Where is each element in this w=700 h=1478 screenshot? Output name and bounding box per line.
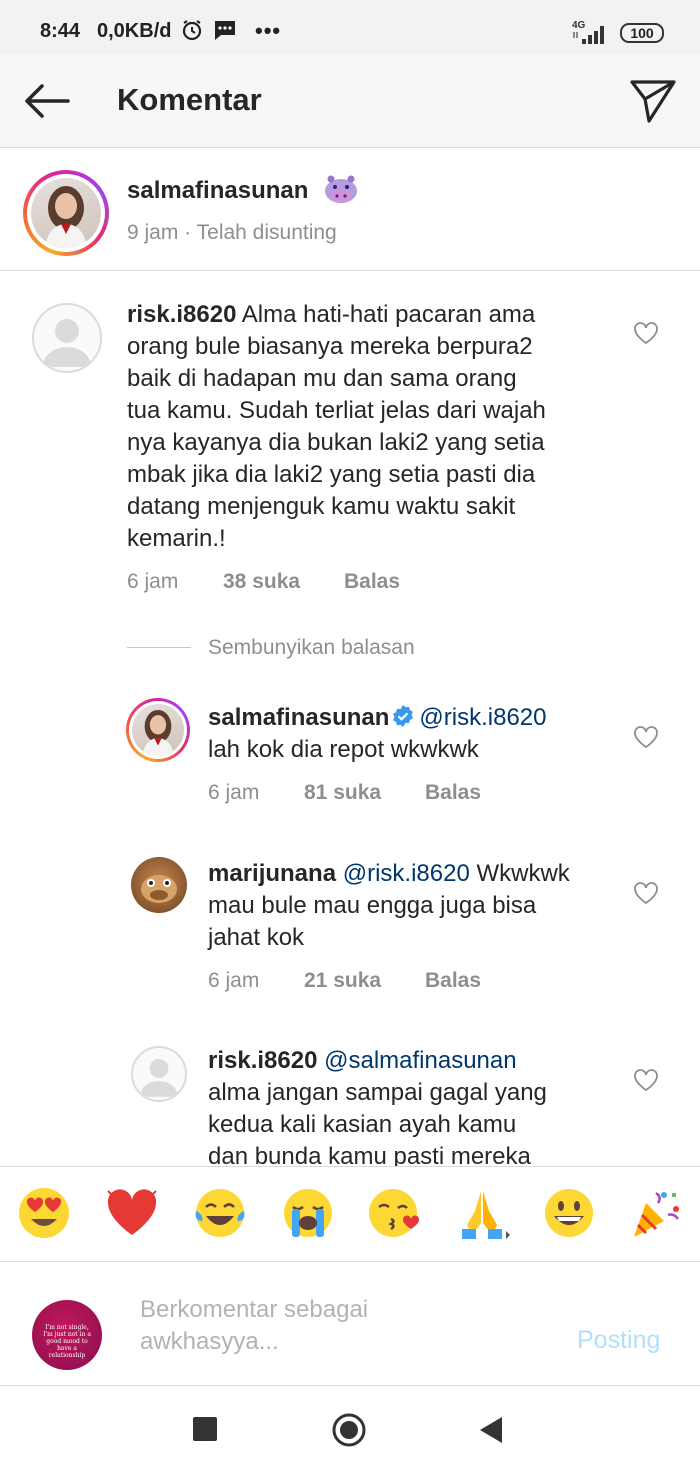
red-heart-emoji-icon[interactable] xyxy=(104,1185,160,1241)
back-icon[interactable] xyxy=(478,1416,504,1444)
party-popper-emoji-icon[interactable] xyxy=(628,1185,684,1241)
grinning-face-emoji-icon[interactable] xyxy=(541,1185,597,1241)
status-time: 8:44 xyxy=(40,20,81,42)
reply-mention[interactable]: @risk.i8620 xyxy=(419,704,546,731)
my-avatar: I'm not single, I'm just not in a good m… xyxy=(32,1300,102,1370)
reply-time: 6 jam xyxy=(208,781,260,804)
reply-likes[interactable]: 81 suka xyxy=(304,781,381,805)
alarm-icon xyxy=(182,20,202,41)
comment-item: risk.i8620 Alma hati-hati pacaran ama or… xyxy=(127,299,627,555)
comment-input-placeholder: Berkomentar sebagai xyxy=(140,1296,369,1323)
header: Komentar xyxy=(0,54,700,148)
reply-username[interactable]: marijunana xyxy=(208,860,336,887)
reply-line: dan bunda kamu pasti mereka xyxy=(208,1143,531,1166)
reply-likes[interactable]: 21 suka xyxy=(304,969,381,993)
verified-badge-icon xyxy=(393,705,414,727)
caption-meta: 9 jam · Telah disunting xyxy=(127,221,337,244)
reply-item: marijunana @risk.i8620 Wkwkwk mau bule m… xyxy=(208,858,628,954)
reply-text: marijunana @risk.i8620 Wkwkwk mau bule m… xyxy=(208,858,628,954)
battery-icon: 100 xyxy=(620,23,664,43)
system-nav-bar xyxy=(0,1386,700,1478)
default-user-icon xyxy=(139,1059,179,1097)
reply-button[interactable]: Balas xyxy=(344,570,400,594)
recent-apps-icon[interactable] xyxy=(192,1416,218,1442)
comment-line: tua kamu. Sudah terliat jelas dari wajah xyxy=(127,397,546,424)
comment-line: nya kayanya dia bukan laki2 yang setia xyxy=(127,429,545,456)
reply-avatar-default[interactable] xyxy=(131,1046,187,1102)
status-more-icon: ••• xyxy=(255,18,282,43)
hide-replies-line xyxy=(127,647,191,648)
heart-eyes-emoji-icon[interactable] xyxy=(16,1185,72,1241)
post-button[interactable]: Posting xyxy=(577,1326,660,1355)
reply-text: salmafinasunan @risk.i8620 lah kok dia r… xyxy=(208,702,628,766)
comment-input-placeholder: awkhasyya... xyxy=(140,1328,279,1355)
like-heart-icon[interactable] xyxy=(633,881,659,905)
tears-of-joy-emoji-icon[interactable] xyxy=(192,1185,248,1241)
comment-line: Alma hati-hati pacaran ama xyxy=(241,301,536,328)
reply-avatar[interactable] xyxy=(131,857,187,913)
reply-mention[interactable]: @risk.i8620 xyxy=(343,860,470,887)
reply-line: alma jangan sampai gagal yang xyxy=(208,1079,547,1106)
comment-likes[interactable]: 38 suka xyxy=(223,570,300,594)
hide-replies-button[interactable]: Sembunyikan balasan xyxy=(208,636,415,660)
like-heart-icon[interactable] xyxy=(633,1068,659,1092)
comment-line: datang menjenguk kamu waktu sakit xyxy=(127,493,516,520)
back-arrow-icon[interactable] xyxy=(22,81,72,121)
home-icon[interactable] xyxy=(331,1412,367,1448)
reply-mention[interactable]: @salmafinasunan xyxy=(324,1047,516,1074)
status-bar: 8:44 0,0KB/d ••• 4G 100 xyxy=(0,0,700,54)
profile-photo-icon xyxy=(142,709,174,756)
comment-line: orang bule biasanya mereka berpura2 xyxy=(127,333,533,360)
emoji-bar xyxy=(0,1166,700,1262)
reply-item: risk.i8620 @salmafinasunan alma jangan s… xyxy=(208,1045,628,1166)
reply-time: 6 jam xyxy=(208,969,260,992)
hippo-emoji-icon xyxy=(325,175,357,203)
like-heart-icon[interactable] xyxy=(633,725,659,749)
orangutan-photo-icon xyxy=(141,875,177,903)
profile-photo-icon xyxy=(45,186,87,248)
reply-clip-area: risk.i8620 @salmafinasunan alma jangan s… xyxy=(0,1030,700,1166)
reply-line: Wkwkwk xyxy=(476,860,570,887)
like-heart-icon[interactable] xyxy=(633,321,659,345)
folded-hands-emoji-icon[interactable] xyxy=(454,1185,510,1241)
caption-avatar[interactable] xyxy=(23,170,109,256)
comment-text: risk.i8620 Alma hati-hati pacaran ama or… xyxy=(127,299,627,555)
status-net-speed: 0,0KB/d xyxy=(97,20,172,42)
comment-avatar-default[interactable] xyxy=(32,303,102,373)
reply-line: kedua kali kasian ayah kamu xyxy=(208,1111,517,1138)
message-icon xyxy=(215,21,235,40)
reply-item: salmafinasunan @risk.i8620 lah kok dia r… xyxy=(208,702,628,766)
signal-icon xyxy=(573,26,604,44)
default-user-icon xyxy=(42,319,92,367)
reply-text: risk.i8620 @salmafinasunan alma jangan s… xyxy=(208,1045,628,1166)
reply-line: jahat kok xyxy=(208,924,305,951)
page-title: Komentar xyxy=(117,82,262,117)
comment-line: mbak jika dia laki2 yang setia pasti dia xyxy=(127,461,536,488)
reply-avatar[interactable] xyxy=(126,698,190,762)
reply-line: lah kok dia repot wkwkwk xyxy=(208,736,479,763)
comment-composer: I'm not single, I'm just not in a good m… xyxy=(0,1262,700,1386)
comment-input[interactable]: Berkomentar sebagai awkhasyya... xyxy=(140,1294,440,1358)
face-blowing-kiss-emoji-icon[interactable] xyxy=(367,1185,423,1241)
comment-time: 6 jam xyxy=(127,570,179,593)
reply-line: mau bule mau engga juga bisa xyxy=(208,892,537,919)
reply-button[interactable]: Balas xyxy=(425,969,481,993)
avatar-quote-text: I'm not single, I'm just not in a good m… xyxy=(43,1324,91,1359)
comment-line: kemarin.! xyxy=(127,525,226,552)
reply-button[interactable]: Balas xyxy=(425,781,481,805)
reply-username[interactable]: salmafinasunan xyxy=(208,704,389,731)
send-icon[interactable] xyxy=(628,76,678,126)
reply-username[interactable]: risk.i8620 xyxy=(208,1047,317,1074)
caption-username[interactable]: salmafinasunan xyxy=(127,177,308,205)
post-caption: salmafinasunan 9 jam · Telah disunting xyxy=(0,149,700,271)
comment-line: baik di hadapan mu dan sama orang xyxy=(127,365,517,392)
comment-username[interactable]: risk.i8620 xyxy=(127,301,236,328)
loudly-crying-emoji-icon[interactable] xyxy=(280,1185,336,1241)
